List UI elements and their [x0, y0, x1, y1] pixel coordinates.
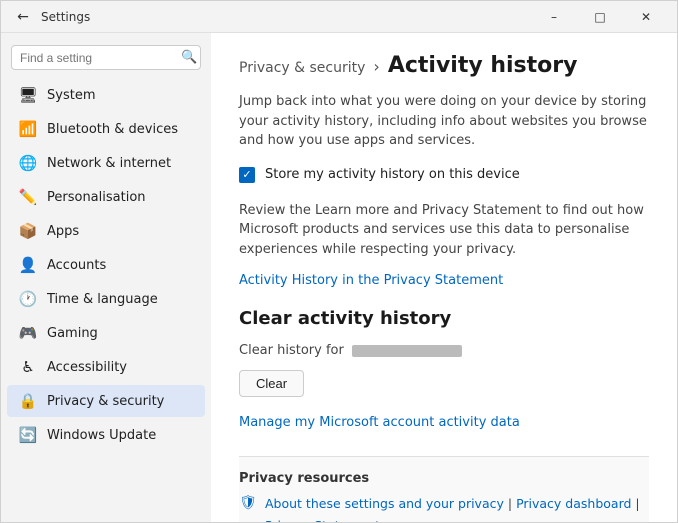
sidebar-item-label: Privacy & security: [47, 394, 164, 409]
window-controls: – □ ✕: [531, 1, 669, 33]
sidebar-item-label: Time & language: [47, 292, 158, 307]
sidebar-item-accessibility[interactable]: ♿ Accessibility: [7, 351, 205, 383]
search-input[interactable]: [20, 51, 175, 65]
sidebar-item-label: Accessibility: [47, 360, 127, 375]
titlebar-title: Settings: [41, 10, 531, 24]
sidebar-item-bluetooth[interactable]: 📶 Bluetooth & devices: [7, 113, 205, 145]
windows-update-icon: 🔄: [19, 426, 37, 444]
sidebar-item-time[interactable]: 🕐 Time & language: [7, 283, 205, 315]
breadcrumb-parent: Privacy & security: [239, 60, 365, 76]
main-content: Privacy & security › Activity history Ju…: [211, 33, 677, 522]
personalisation-icon: ✏️: [19, 188, 37, 206]
store-history-checkbox-row: Store my activity history on this device: [239, 167, 649, 183]
redacted-username: [352, 345, 462, 357]
sidebar-item-personalisation[interactable]: ✏️ Personalisation: [7, 181, 205, 213]
search-box[interactable]: 🔍: [11, 45, 201, 70]
privacy-links: About these settings and your privacy | …: [265, 496, 640, 511]
minimize-button[interactable]: –: [531, 1, 577, 33]
page-description: Jump back into what you were doing on yo…: [239, 92, 649, 151]
sidebar-item-apps[interactable]: 📦 Apps: [7, 215, 205, 247]
sidebar-item-privacy[interactable]: 🔒 Privacy & security: [7, 385, 205, 417]
privacy-resources-box: Privacy resources 🛡 About these settings…: [239, 456, 649, 522]
sidebar-item-gaming[interactable]: 🎮 Gaming: [7, 317, 205, 349]
apps-icon: 📦: [19, 222, 37, 240]
sidebar-item-label: Personalisation: [47, 190, 146, 205]
back-button[interactable]: ←: [9, 3, 37, 31]
sidebar-item-windows-update[interactable]: 🔄 Windows Update: [7, 419, 205, 451]
settings-window: ← Settings – □ ✕ 🔍 🖥 System 📶 Bluetooth …: [0, 0, 678, 523]
sidebar-item-accounts[interactable]: 👤 Accounts: [7, 249, 205, 281]
breadcrumb-separator: ›: [373, 57, 379, 76]
activity-history-link[interactable]: Activity History in the Privacy Statemen…: [239, 273, 503, 288]
review-text: Review the Learn more and Privacy Statem…: [239, 201, 649, 260]
system-icon: 🖥: [19, 86, 37, 104]
accounts-icon: 👤: [19, 256, 37, 274]
sidebar-item-label: Network & internet: [47, 156, 171, 171]
store-history-checkbox[interactable]: [239, 167, 255, 183]
search-icon: 🔍: [181, 50, 197, 65]
sidebar-item-label: System: [47, 88, 95, 103]
sidebar-item-label: Accounts: [47, 258, 106, 273]
sidebar: 🔍 🖥 System 📶 Bluetooth & devices 🌐 Netwo…: [1, 33, 211, 522]
sidebar-item-label: Windows Update: [47, 428, 156, 443]
bluetooth-icon: 📶: [19, 120, 37, 138]
accessibility-icon: ♿: [19, 358, 37, 376]
sidebar-item-label: Bluetooth & devices: [47, 122, 178, 137]
network-icon: 🌐: [19, 154, 37, 172]
close-button[interactable]: ✕: [623, 1, 669, 33]
privacy-resources-title: Privacy resources: [239, 471, 649, 486]
shield-icon: 🛡: [239, 494, 257, 512]
about-settings-link[interactable]: About these settings and your privacy: [265, 496, 504, 511]
sidebar-item-label: Gaming: [47, 326, 98, 341]
privacy-statement-link[interactable]: Privacy Statement: [265, 518, 649, 522]
titlebar: ← Settings – □ ✕: [1, 1, 677, 33]
sidebar-item-system[interactable]: 🖥 System: [7, 79, 205, 111]
store-history-label: Store my activity history on this device: [265, 167, 520, 182]
maximize-button[interactable]: □: [577, 1, 623, 33]
gaming-icon: 🎮: [19, 324, 37, 342]
page-title: Activity history: [388, 53, 578, 78]
clear-label: Clear history for: [239, 343, 344, 358]
clear-button[interactable]: Clear: [239, 370, 304, 397]
privacy-dashboard-link[interactable]: Privacy dashboard: [516, 496, 631, 511]
content-area: 🔍 🖥 System 📶 Bluetooth & devices 🌐 Netwo…: [1, 33, 677, 522]
privacy-icon: 🔒: [19, 392, 37, 410]
time-icon: 🕐: [19, 290, 37, 308]
clear-section-title: Clear activity history: [239, 308, 649, 329]
sidebar-item-label: Apps: [47, 224, 79, 239]
sidebar-item-network[interactable]: 🌐 Network & internet: [7, 147, 205, 179]
privacy-resource-row: 🛡 About these settings and your privacy …: [239, 494, 649, 512]
clear-history-row: Clear history for: [239, 343, 649, 358]
page-header: Privacy & security › Activity history: [239, 53, 649, 78]
manage-account-link[interactable]: Manage my Microsoft account activity dat…: [239, 415, 520, 430]
